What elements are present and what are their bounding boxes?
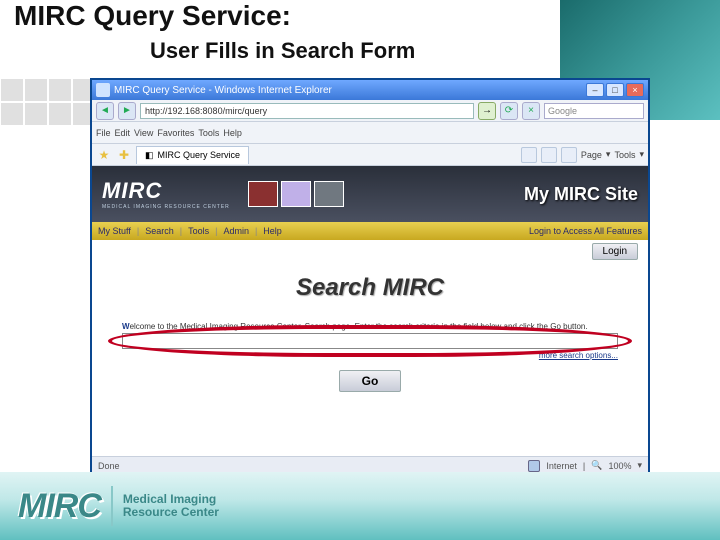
page-content: MIRC MEDICAL IMAGING RESOURCE CENTER My … bbox=[92, 166, 648, 474]
status-separator: | bbox=[583, 461, 585, 471]
menu-help[interactable]: Help bbox=[223, 128, 242, 138]
welcome-text: Welcome to the Medical Imaging Resource … bbox=[122, 322, 618, 331]
site-title: My MIRC Site bbox=[524, 184, 638, 205]
thumb-image bbox=[281, 181, 311, 207]
go-search-button[interactable]: Go bbox=[339, 370, 402, 392]
menu-edit[interactable]: Edit bbox=[115, 128, 131, 138]
login-row: Login bbox=[92, 240, 648, 262]
print-icon[interactable] bbox=[561, 147, 577, 163]
logo-text: MIRC bbox=[102, 178, 230, 204]
stop-button[interactable]: × bbox=[522, 102, 540, 120]
menu-file[interactable]: File bbox=[96, 128, 111, 138]
tab-icon: ◧ bbox=[145, 150, 154, 161]
menu-bar: File Edit View Favorites Tools Help bbox=[92, 122, 648, 144]
nav-search[interactable]: Search bbox=[145, 226, 174, 236]
favorites-star-icon[interactable]: ★ bbox=[96, 147, 112, 163]
zoom-dropdown-icon[interactable]: ▾ bbox=[637, 460, 642, 471]
window-titlebar[interactable]: MIRC Query Service - Windows Internet Ex… bbox=[92, 80, 648, 100]
login-prompt-text: Login to Access All Features bbox=[529, 226, 642, 236]
search-input-row bbox=[122, 333, 618, 349]
footer-line2: Resource Center bbox=[123, 506, 219, 519]
search-heading: Search MIRC bbox=[122, 274, 618, 302]
app-icon bbox=[96, 83, 110, 97]
search-input[interactable] bbox=[122, 333, 618, 349]
back-button[interactable]: ◄ bbox=[96, 102, 114, 120]
menu-favorites[interactable]: Favorites bbox=[157, 128, 194, 138]
nav-tools[interactable]: Tools bbox=[188, 226, 209, 236]
login-button[interactable]: Login bbox=[592, 243, 638, 260]
toolbar-page-dropdown-icon[interactable]: ▾ bbox=[606, 149, 611, 160]
add-favorites-icon[interactable]: ✚ bbox=[116, 147, 132, 163]
slide-subtitle: User Fills in Search Form bbox=[150, 38, 415, 64]
thumb-image bbox=[248, 181, 278, 207]
refresh-button[interactable]: ⟳ bbox=[500, 102, 518, 120]
window-title-text: MIRC Query Service - Windows Internet Ex… bbox=[114, 85, 582, 96]
site-nav-bar: My Stuff| Search| Tools| Admin| Help Log… bbox=[92, 222, 648, 240]
tab-label: MIRC Query Service bbox=[158, 150, 241, 160]
site-logo: MIRC MEDICAL IMAGING RESOURCE CENTER bbox=[102, 178, 230, 210]
browser-window: MIRC Query Service - Windows Internet Ex… bbox=[90, 78, 650, 476]
close-button[interactable]: × bbox=[626, 83, 644, 97]
internet-zone-icon bbox=[528, 460, 540, 472]
site-header: MIRC MEDICAL IMAGING RESOURCE CENTER My … bbox=[92, 166, 648, 222]
minimize-button[interactable]: – bbox=[586, 83, 604, 97]
zoom-icon[interactable]: 🔍 bbox=[591, 460, 602, 471]
toolbar-page[interactable]: Page bbox=[581, 150, 602, 160]
nav-admin[interactable]: Admin bbox=[223, 226, 249, 236]
decorative-squares bbox=[0, 78, 96, 126]
nav-mystuff[interactable]: My Stuff bbox=[98, 226, 131, 236]
status-zone: Internet bbox=[546, 461, 577, 471]
address-bar[interactable]: http://192.168:8080/mirc/query bbox=[140, 103, 474, 119]
header-thumbnails bbox=[248, 181, 344, 207]
forward-button[interactable]: ► bbox=[118, 102, 136, 120]
tab-current[interactable]: ◧ MIRC Query Service bbox=[136, 146, 249, 164]
menu-view[interactable]: View bbox=[134, 128, 153, 138]
footer-logo-mark: MIRC bbox=[18, 487, 101, 526]
address-toolbar: ◄ ► http://192.168:8080/mirc/query → ⟳ ×… bbox=[92, 100, 648, 122]
maximize-button[interactable]: □ bbox=[606, 83, 624, 97]
logo-subtext: MEDICAL IMAGING RESOURCE CENTER bbox=[102, 204, 230, 210]
status-zoom[interactable]: 100% bbox=[608, 461, 631, 471]
browser-search-box[interactable]: Google bbox=[544, 103, 644, 119]
menu-tools[interactable]: Tools bbox=[198, 128, 219, 138]
page-body: Search MIRC Welcome to the Medical Imagi… bbox=[92, 262, 648, 456]
feeds-icon[interactable] bbox=[541, 147, 557, 163]
go-button[interactable]: → bbox=[478, 102, 496, 120]
welcome-initial: W bbox=[122, 322, 130, 331]
footer-logo: MIRC Medical Imaging Resource Center bbox=[18, 486, 219, 526]
tab-toolbar: ★ ✚ ◧ MIRC Query Service Page ▾ Tools ▾ bbox=[92, 144, 648, 166]
status-done: Done bbox=[98, 461, 120, 471]
slide-title: MIRC Query Service: bbox=[14, 0, 291, 32]
slide-footer-band: MIRC Medical Imaging Resource Center bbox=[0, 472, 720, 540]
welcome-body: elcome to the Medical Imaging Resource C… bbox=[130, 322, 588, 331]
home-icon[interactable] bbox=[521, 147, 537, 163]
thumb-image bbox=[314, 181, 344, 207]
toolbar-tools[interactable]: Tools bbox=[614, 150, 635, 160]
nav-help[interactable]: Help bbox=[263, 226, 282, 236]
toolbar-tools-dropdown-icon[interactable]: ▾ bbox=[639, 149, 644, 160]
footer-divider bbox=[111, 486, 113, 526]
more-options-link[interactable]: more search options... bbox=[122, 351, 618, 360]
